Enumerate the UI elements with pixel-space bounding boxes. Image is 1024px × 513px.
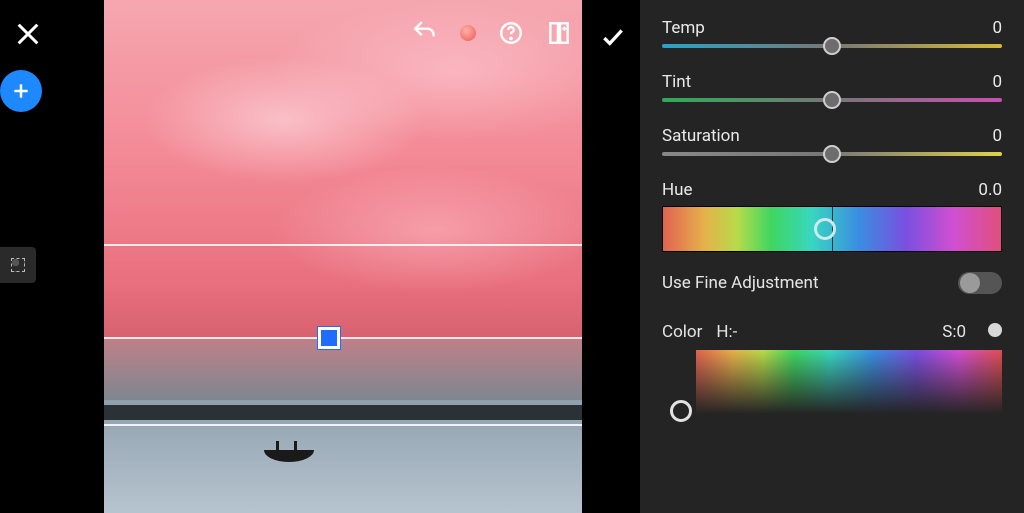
recording-indicator xyxy=(460,25,476,41)
canvas-toolbar xyxy=(412,20,572,46)
temp-value: 0 xyxy=(992,18,1002,38)
toggle-knob xyxy=(960,273,980,293)
tint-slider-group: Tint 0 xyxy=(662,72,1002,102)
color-picker[interactable] xyxy=(662,350,1002,434)
help-button[interactable] xyxy=(498,20,524,46)
temp-thumb[interactable] xyxy=(823,37,841,55)
tint-slider[interactable] xyxy=(662,98,1002,102)
left-toolbar xyxy=(0,0,104,513)
help-icon xyxy=(498,20,524,46)
copy-edits-button[interactable] xyxy=(546,20,572,46)
mask-drawer-button[interactable] xyxy=(0,247,36,283)
gradient-line-middle[interactable] xyxy=(104,337,582,339)
temp-slider[interactable] xyxy=(662,44,1002,48)
color-label: Color xyxy=(662,322,702,342)
hue-slider-group: Hue 0.0 xyxy=(662,180,1002,252)
undo-icon xyxy=(412,20,438,46)
color-swatch[interactable] xyxy=(988,323,1002,337)
fine-adjustment-label: Use Fine Adjustment xyxy=(662,273,819,293)
hue-thumb[interactable] xyxy=(814,218,836,240)
copy-edits-icon xyxy=(546,20,572,46)
color-picker-gradient[interactable] xyxy=(696,350,1002,414)
edited-photo xyxy=(104,0,582,513)
canvas-gap xyxy=(582,0,638,513)
temp-label: Temp xyxy=(662,18,705,38)
plus-icon xyxy=(11,81,31,101)
check-icon xyxy=(600,24,626,50)
color-s-label: S:0 xyxy=(942,322,966,342)
gradient-handle[interactable] xyxy=(318,327,340,349)
color-picker-header: Color H:- S:0 xyxy=(662,322,1002,342)
apply-button[interactable] xyxy=(600,24,626,50)
saturation-label: Saturation xyxy=(662,126,740,146)
selection-icon xyxy=(11,258,25,272)
tint-thumb[interactable] xyxy=(823,91,841,109)
color-picker-thumb[interactable] xyxy=(670,400,692,422)
close-button[interactable] xyxy=(14,20,42,48)
hue-label: Hue xyxy=(662,180,693,200)
add-mask-button[interactable] xyxy=(0,70,42,112)
adjustments-panel: Temp 0 Tint 0 Saturation 0 Hue 0.0 xyxy=(640,0,1024,513)
saturation-thumb[interactable] xyxy=(823,145,841,163)
saturation-value: 0 xyxy=(992,126,1002,146)
image-canvas[interactable] xyxy=(104,0,582,513)
close-icon xyxy=(14,20,42,48)
hue-slider[interactable] xyxy=(662,206,1002,252)
saturation-slider[interactable] xyxy=(662,152,1002,156)
saturation-slider-group: Saturation 0 xyxy=(662,126,1002,156)
fine-adjustment-row: Use Fine Adjustment xyxy=(662,272,1002,294)
fine-adjustment-toggle[interactable] xyxy=(958,272,1002,294)
tint-value: 0 xyxy=(992,72,1002,92)
color-h-label: H:- xyxy=(716,322,737,342)
hue-value: 0.0 xyxy=(978,180,1002,200)
temp-slider-group: Temp 0 xyxy=(662,18,1002,48)
undo-button[interactable] xyxy=(412,20,438,46)
gradient-line-top[interactable] xyxy=(104,244,582,246)
tint-label: Tint xyxy=(662,72,691,92)
gradient-line-bottom[interactable] xyxy=(104,424,582,426)
